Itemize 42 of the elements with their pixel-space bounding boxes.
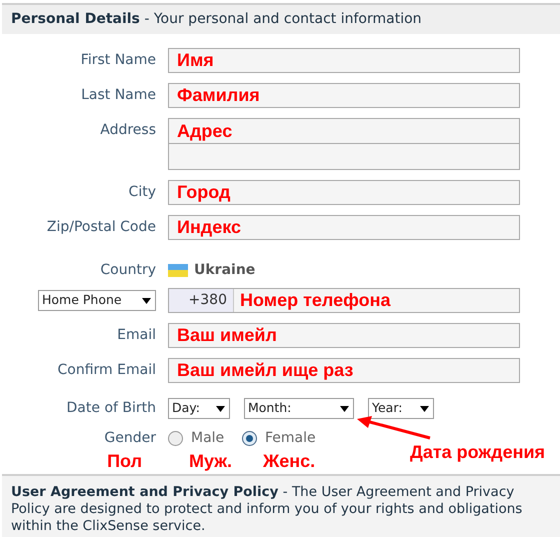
annotation-text: Женс. <box>263 450 316 472</box>
text-field[interactable]: Город <box>168 180 520 205</box>
arrow-icon <box>356 416 432 440</box>
dropdown[interactable]: Year: <box>368 398 434 419</box>
country-name: Ukraine <box>194 260 256 280</box>
annotation-text: Дата рождения <box>410 441 546 464</box>
caret-icon <box>216 406 225 412</box>
field-label: Email <box>117 326 156 345</box>
field-label: First Name <box>80 51 156 70</box>
policy-text: User Agreement and Privacy Policy - The User Agreement and Privacy Policy are designed to protect and inform you of your rights and obligations within the ClixSense service. <box>11 484 524 535</box>
annotation-text: Пол <box>107 450 142 472</box>
address-field[interactable]: Адрес <box>168 118 520 170</box>
caret-icon <box>340 406 349 412</box>
caret-icon <box>420 406 429 412</box>
radio-button[interactable] <box>242 430 257 446</box>
field-label: Address <box>100 121 156 140</box>
field-value: Номер телефона <box>239 289 391 312</box>
text-field[interactable]: Фамилия <box>168 83 520 108</box>
flag-icon <box>168 264 188 276</box>
field-label: Zip/Postal Code <box>46 218 156 237</box>
field-label: Date of Birth <box>66 399 156 418</box>
phone-field[interactable]: +380 Номер телефона <box>168 288 520 313</box>
field-label: Last Name <box>81 86 156 105</box>
section-header: Personal Details - Your personal and contact information <box>11 10 423 29</box>
field-label: Country <box>100 261 156 280</box>
caret-icon <box>142 298 151 304</box>
field-label: Confirm Email <box>58 361 156 380</box>
option-label: Male <box>191 428 224 448</box>
text-field[interactable]: Ваш имейл <box>168 323 520 348</box>
field-label: City <box>128 183 156 202</box>
text-field[interactable]: Имя <box>168 48 520 73</box>
text-field[interactable]: Индекс <box>168 215 520 240</box>
dropdown[interactable]: Home Phone <box>38 290 156 311</box>
radio-button[interactable] <box>168 430 183 446</box>
option-label: Female <box>265 428 316 448</box>
field-value: Адрес <box>169 119 519 144</box>
dropdown[interactable]: Month: <box>244 398 354 419</box>
field-label: Gender <box>104 429 156 448</box>
text-field[interactable]: Ваш имейл ище раз <box>168 358 520 383</box>
dropdown[interactable]: Day: <box>168 398 230 419</box>
phone-prefix: +380 <box>169 289 234 312</box>
annotation-text: Муж. <box>189 450 232 472</box>
